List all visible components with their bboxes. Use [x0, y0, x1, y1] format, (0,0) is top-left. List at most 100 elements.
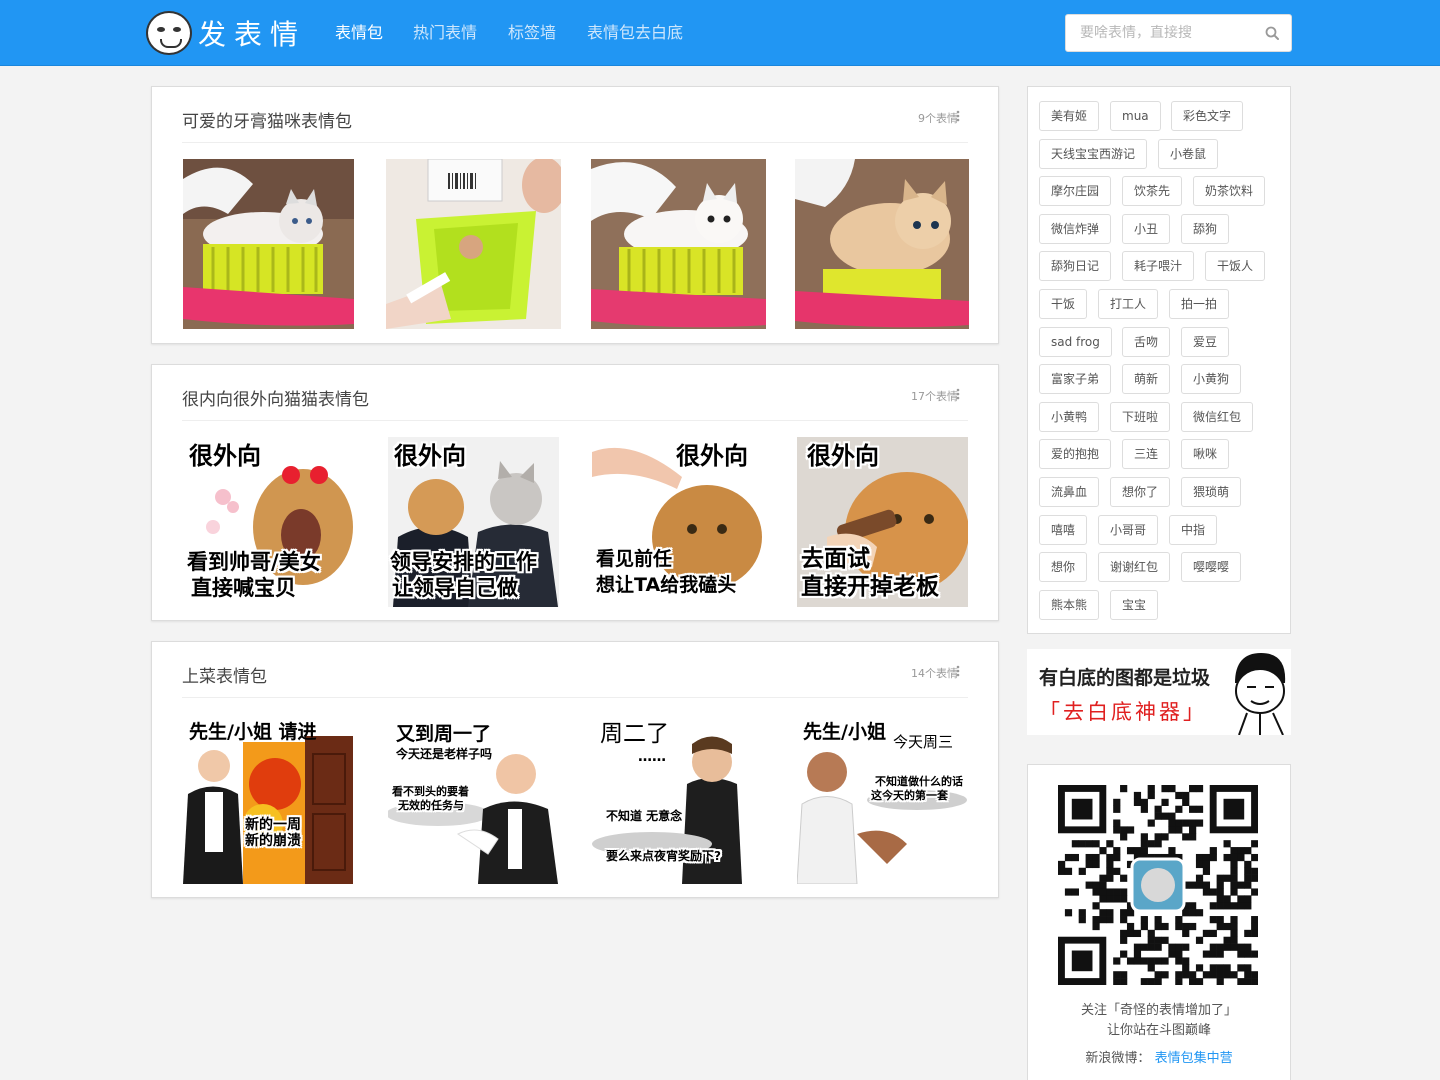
- nav-item-remove-bg[interactable]: 表情包去白底: [587, 22, 683, 44]
- meme-caption-top: 很外向: [807, 442, 879, 470]
- meme-thumbnail[interactable]: 很外向 看见前任 想让TA给我磕头: [592, 437, 763, 607]
- tag-item[interactable]: 嘻嘻: [1039, 514, 1088, 545]
- meme-thumbnail[interactable]: 很外向 领导安排的工作 让领导自己做: [388, 437, 559, 607]
- meme-plate-text: 不知道 无意念: [606, 809, 683, 823]
- pack-title[interactable]: 可爱的牙膏猫咪表情包: [182, 107, 352, 132]
- tag-item[interactable]: 小黄狗: [1181, 364, 1242, 395]
- search-box: [1065, 14, 1292, 52]
- pack-title[interactable]: 上菜表情包: [182, 662, 267, 687]
- tag-item[interactable]: 饮茶先: [1122, 176, 1183, 207]
- meme-thumbnail[interactable]: [795, 159, 969, 329]
- meme-thumbnail[interactable]: 又到周一了 今天还是老样子吗 看不到头的要着 无效的任务与: [388, 714, 559, 884]
- tag-item[interactable]: 舔狗日记: [1039, 251, 1112, 282]
- tag-item[interactable]: 天线宝宝西游记: [1039, 138, 1148, 169]
- tag-item[interactable]: sad frog: [1039, 326, 1112, 357]
- remove-bg-banner[interactable]: 有白底的图都是垃圾 「去白底神器」: [1027, 649, 1291, 735]
- tag-item[interactable]: 嘤嘤嘤: [1181, 552, 1242, 583]
- tag-item[interactable]: 爱的抱抱: [1039, 439, 1112, 470]
- meme-thumbnail[interactable]: 先生/小姐 今天周三 不知道做什么的话 这今天的第一套: [797, 714, 968, 884]
- meme-caption-top: 很外向: [676, 442, 748, 470]
- pack-count: 9个表情: [918, 112, 958, 125]
- navbar: 发表情 表情包 热门表情 标签墙 表情包去白底: [0, 0, 1440, 66]
- meme-caption-sub: 今天周三: [893, 733, 954, 751]
- weibo-link[interactable]: 表情包集中营: [1155, 1051, 1233, 1066]
- tag-item[interactable]: 宝宝: [1110, 589, 1159, 620]
- meme-caption-top: 周二了: [600, 721, 669, 747]
- tag-item[interactable]: 爱豆: [1181, 326, 1230, 357]
- meme-thumbnail[interactable]: [183, 159, 354, 329]
- meme-caption-bottom: 领导安排的工作: [390, 550, 537, 574]
- tag-item[interactable]: 想你了: [1110, 477, 1171, 507]
- weibo-row: 新浪微博： 表情包集中营: [1028, 1047, 1290, 1066]
- meme-caption-bottom: 去面试: [801, 546, 870, 572]
- tag-item[interactable]: 拍一拍: [1169, 289, 1230, 319]
- pack-panel: 很内向很外向猫猫表情包 17个表情 很外向 看到帅哥/美女 直接喊宝贝 很外向 …: [151, 364, 999, 621]
- more-vertical-icon[interactable]: [956, 388, 960, 400]
- tag-item[interactable]: 小黄鸭: [1039, 401, 1100, 432]
- pack-panel: 上菜表情包 14个表情 先生/小姐 请进 新的一周 新的崩溃 又到周一了 今天还…: [151, 641, 999, 898]
- tag-item[interactable]: 下班啦: [1110, 401, 1171, 432]
- meme-thumbnail[interactable]: 周二了 …… 不知道 无意念 要么来点夜宵奖励下?: [592, 714, 763, 884]
- nav-item-biaoqingbao[interactable]: 表情包: [335, 22, 383, 44]
- meme-thumbnail[interactable]: [591, 159, 766, 329]
- meme-caption-bottom: 直接喊宝贝: [191, 576, 296, 600]
- qr-code: [1058, 785, 1258, 985]
- tag-item[interactable]: 小丑: [1122, 213, 1171, 244]
- follow-panel: 关注「奇怪的表情增加了」 让你站在斗图巅峰 新浪微博： 表情包集中营: [1027, 764, 1291, 1080]
- meme-thumbnail[interactable]: 先生/小姐 请进 新的一周 新的崩溃: [183, 714, 354, 884]
- tag-item[interactable]: 中指: [1169, 514, 1218, 545]
- nav-item-hot[interactable]: 热门表情: [413, 22, 477, 44]
- nav-item-tag-wall[interactable]: 标签墙: [508, 22, 556, 44]
- logo-face-icon: [146, 11, 192, 55]
- tag-item[interactable]: 啾咪: [1181, 439, 1230, 470]
- meme-caption-bottom: 看见前任: [596, 548, 673, 570]
- tag-item[interactable]: 微信炸弹: [1039, 213, 1112, 244]
- more-vertical-icon[interactable]: [956, 110, 960, 122]
- tag-item[interactable]: 耗子喂汁: [1122, 251, 1195, 282]
- meme-caption-top: 很外向: [394, 442, 466, 470]
- meme-thumbnail[interactable]: 很外向 去面试 直接开掉老板: [797, 437, 968, 607]
- meme-thumbnail[interactable]: 很外向 看到帅哥/美女 直接喊宝贝: [183, 437, 354, 607]
- meme-plate-text: 要么来点夜宵奖励下?: [606, 849, 721, 863]
- tag-item[interactable]: 打工人: [1098, 289, 1159, 319]
- banner-headline: 有白底的图都是垃圾: [1039, 667, 1211, 689]
- meme-caption-bottom: 想让TA给我磕头: [596, 574, 737, 596]
- site-logo[interactable]: 发表情: [146, 10, 308, 56]
- tag-item[interactable]: 萌新: [1122, 364, 1171, 395]
- meme-thumbnail[interactable]: [386, 159, 561, 329]
- search-icon[interactable]: [1265, 26, 1279, 40]
- tag-item[interactable]: 彩色文字: [1171, 101, 1244, 131]
- more-vertical-icon[interactable]: [956, 665, 960, 677]
- search-input[interactable]: [1080, 15, 1260, 51]
- tag-item[interactable]: 舌吻: [1122, 326, 1171, 357]
- meme-plate-text: 无效的任务与: [398, 799, 464, 812]
- tag-item[interactable]: 猥琐萌: [1181, 477, 1242, 507]
- meme-caption-top: 先生/小姐 请进: [189, 721, 317, 743]
- tag-item[interactable]: 干饭人: [1205, 251, 1266, 282]
- tag-item[interactable]: 摩尔庄园: [1039, 176, 1112, 207]
- tag-item[interactable]: 小卷鼠: [1158, 138, 1219, 169]
- tag-item[interactable]: 想你: [1039, 552, 1088, 583]
- tag-item[interactable]: mua: [1110, 101, 1161, 131]
- divider: [182, 420, 968, 421]
- follow-caption: 关注「奇怪的表情增加了」: [1080, 1003, 1237, 1018]
- meme-plate-text: 新的一周: [245, 817, 301, 833]
- tag-item[interactable]: 小哥哥: [1098, 514, 1159, 545]
- tag-item[interactable]: 流鼻血: [1039, 477, 1100, 507]
- tag-item[interactable]: 熊本熊: [1039, 589, 1100, 620]
- tag-item[interactable]: 美有姬: [1039, 101, 1100, 131]
- meme-plate-text: 看不到头的要着: [392, 785, 469, 798]
- tag-item[interactable]: 微信红包: [1181, 401, 1254, 432]
- tag-item[interactable]: 谢谢红包: [1098, 552, 1171, 583]
- tag-item[interactable]: 富家子弟: [1039, 364, 1112, 395]
- meme-caption-top: 先生/小姐: [803, 721, 886, 743]
- meme-caption-top: 很外向: [189, 442, 261, 470]
- pack-title[interactable]: 很内向很外向猫猫表情包: [182, 385, 369, 410]
- tag-item[interactable]: 奶茶饮料: [1193, 176, 1266, 207]
- tag-item[interactable]: 三连: [1122, 439, 1171, 470]
- meme-caption-bottom: 让领导自己做: [392, 576, 518, 600]
- meme-caption-bottom: 直接开掉老板: [801, 574, 939, 600]
- pack-count: 17个表情: [911, 390, 958, 403]
- tag-item[interactable]: 舔狗: [1181, 213, 1230, 244]
- tag-item[interactable]: 干饭: [1039, 289, 1088, 319]
